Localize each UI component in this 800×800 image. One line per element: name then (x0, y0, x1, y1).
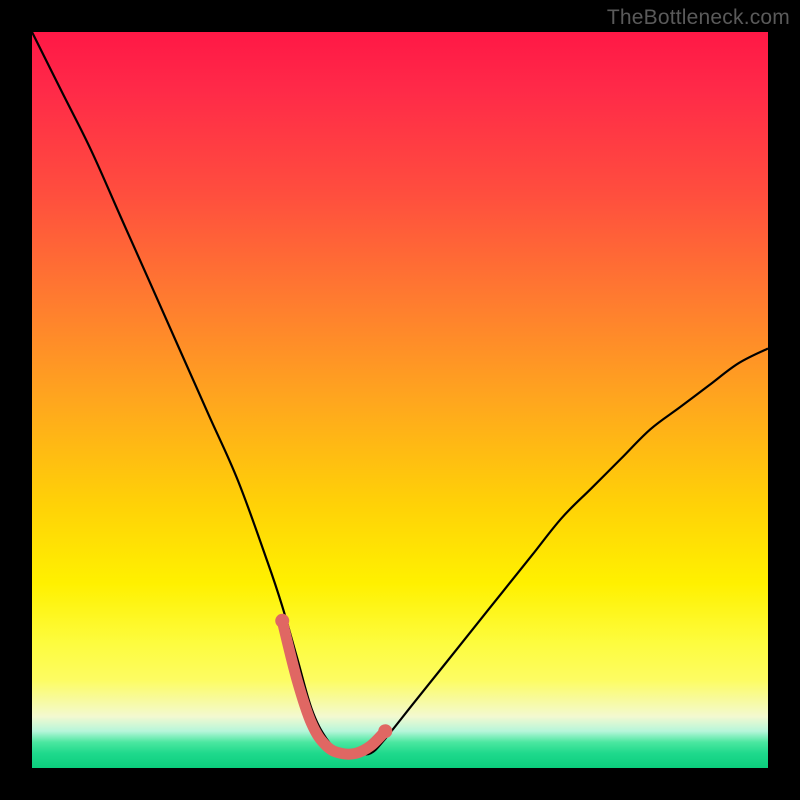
valley-highlight-path (282, 621, 385, 754)
bottleneck-curve-path (32, 32, 768, 754)
curve-svg (32, 32, 768, 768)
highlight-end-dot (378, 724, 392, 738)
chart-frame: TheBottleneck.com (0, 0, 800, 800)
plot-area (32, 32, 768, 768)
watermark-text: TheBottleneck.com (607, 6, 790, 30)
highlight-start-dot (275, 614, 289, 628)
